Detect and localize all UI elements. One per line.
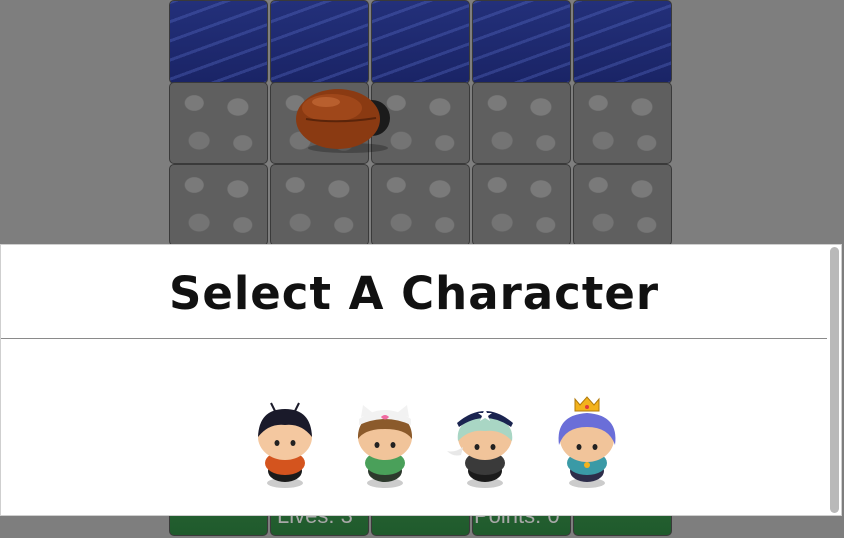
character-cat-girl-option[interactable] <box>345 395 425 491</box>
dialog-scrollbar[interactable] <box>830 247 839 513</box>
water-tile <box>371 0 470 84</box>
stone-tile <box>169 82 268 164</box>
character-cat-girl-icon <box>357 405 413 488</box>
stone-tile <box>573 82 672 164</box>
character-boy-icon <box>258 402 312 488</box>
title-divider <box>1 338 827 339</box>
character-princess-girl-icon <box>558 396 616 488</box>
water-tile <box>573 0 672 84</box>
water-tile <box>472 0 571 84</box>
dialog-title: Select A Character <box>168 267 660 320</box>
stone-tile <box>573 164 672 246</box>
water-tile <box>169 0 268 84</box>
character-boy-option[interactable] <box>245 395 325 491</box>
character-princess-girl-option[interactable] <box>547 395 627 491</box>
water-tile <box>270 0 369 84</box>
character-horn-girl-option[interactable] <box>445 395 525 491</box>
character-horn-girl-icon <box>447 408 513 488</box>
enemy-bug-icon <box>296 89 390 153</box>
stone-tile <box>270 164 369 246</box>
stone-tile <box>371 164 470 246</box>
stone-tile <box>472 82 571 164</box>
stone-tile <box>169 164 268 246</box>
character-select-dialog: Select A Character <box>0 244 842 516</box>
stone-tile <box>472 164 571 246</box>
